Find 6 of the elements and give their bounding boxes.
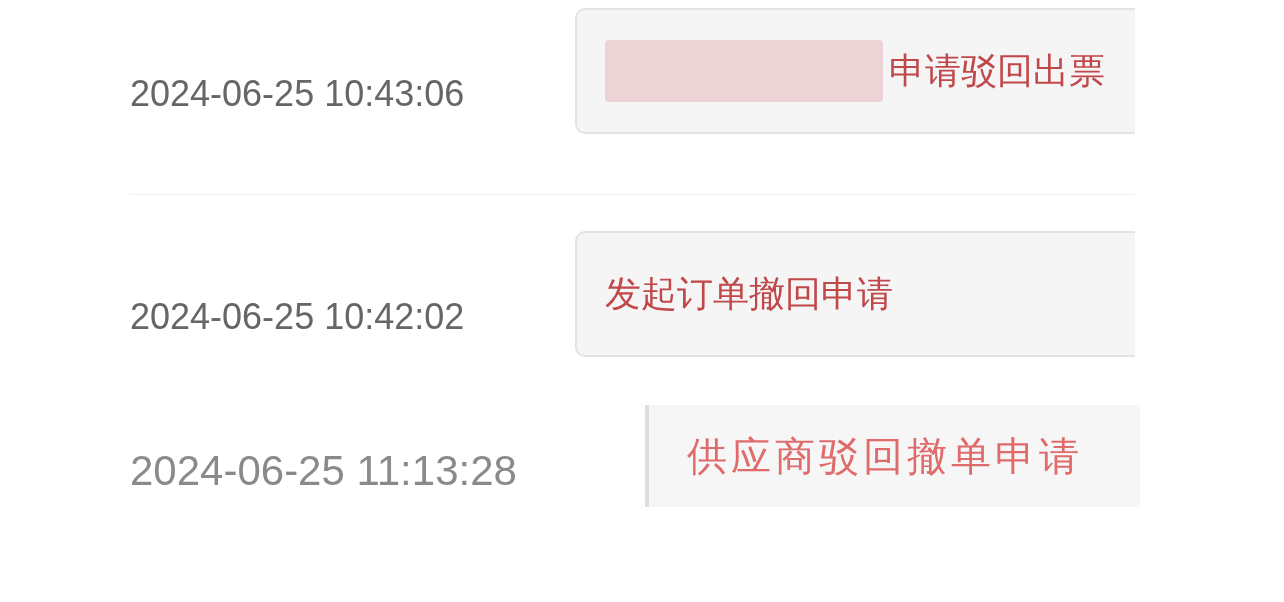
timestamp: 2024-06-25 10:43:06 [130,72,466,116]
timestamp: 2024-06-25 11:13:28 [130,447,518,495]
message-text: 申请驳回出票 [889,49,1105,93]
message-text: 发起订单撤回申请 [605,272,893,316]
timestamp: 2024-06-25 10:42:02 [130,295,466,339]
message-text: 供应商驳回撤单申请 [687,433,1083,480]
